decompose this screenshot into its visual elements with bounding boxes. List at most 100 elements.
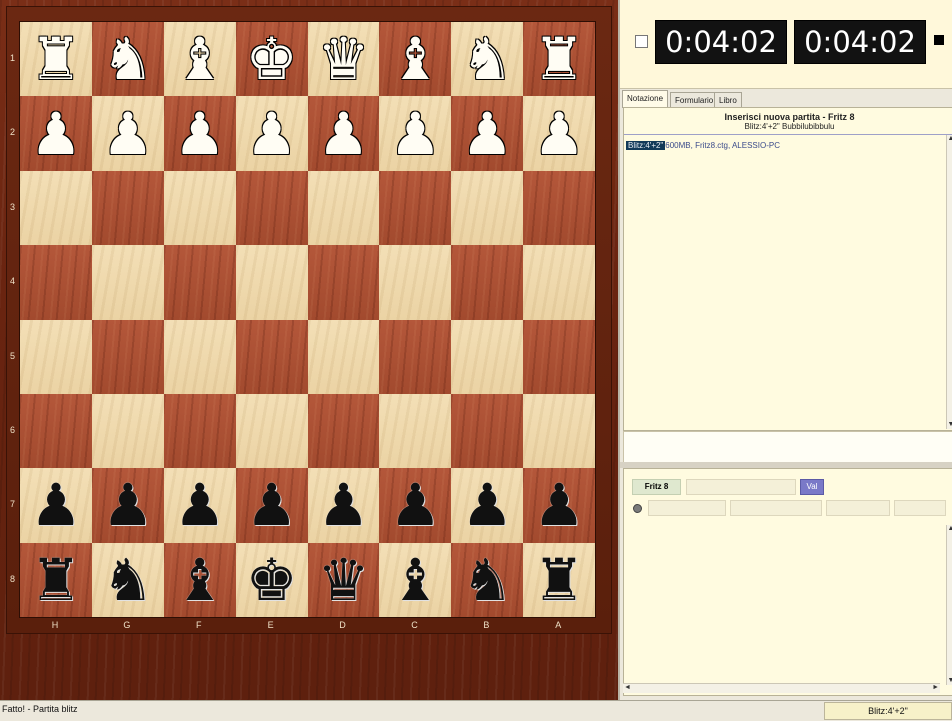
black-pawn-icon[interactable]: ♟ <box>461 476 513 534</box>
square-g4[interactable] <box>91 245 164 320</box>
square-b3[interactable] <box>451 170 524 246</box>
tab-formulario[interactable]: Formulario <box>670 92 719 108</box>
scroll-up-icon[interactable]: ▲ <box>947 135 952 143</box>
white-queen-icon[interactable]: ♛ <box>317 30 369 88</box>
white-rook-icon[interactable]: ♜ <box>30 30 82 88</box>
square-c6[interactable] <box>379 393 452 469</box>
square-c8[interactable]: ♝ <box>379 542 452 617</box>
notation-scrollbar[interactable]: ▲ ▼ <box>946 135 952 429</box>
white-pawn-icon[interactable]: ♟ <box>30 105 82 163</box>
square-g3[interactable] <box>91 170 164 246</box>
square-a6[interactable] <box>523 393 595 469</box>
square-a2[interactable]: ♟ <box>523 96 595 171</box>
black-pawn-icon[interactable]: ♟ <box>246 476 298 534</box>
square-g6[interactable] <box>91 393 164 469</box>
square-b7[interactable]: ♟ <box>451 468 524 543</box>
chess-board[interactable]: ♜ ♞ ♝ ♚ ♛ ♝ ♞ ♜ ♟ ♟ ♟ ♟ ♟ ♟ ♟ ♟ ♟ ♟ ♟ ♟ ♟ ♟ ♟ ♟ ♜ ♞ ♝ ♚ ♛ ♝ ♞ ♜ <box>19 21 596 618</box>
tab-notazione[interactable]: Notazione <box>622 90 669 108</box>
white-pawn-icon[interactable]: ♟ <box>246 105 298 163</box>
square-d7[interactable]: ♟ <box>307 468 380 543</box>
white-knight-icon[interactable]: ♞ <box>102 30 154 88</box>
square-d2[interactable]: ♟ <box>307 96 380 171</box>
notation-line[interactable]: Blitz:4'+2" 600MB, Fritz8.ctg, ALESSIO-PC <box>626 141 780 150</box>
white-pawn-icon[interactable]: ♟ <box>533 105 585 163</box>
square-a4[interactable] <box>523 245 595 320</box>
square-f5[interactable] <box>163 319 236 394</box>
square-h3[interactable] <box>20 170 92 246</box>
square-e8[interactable]: ♚ <box>235 542 308 617</box>
square-e2[interactable]: ♟ <box>235 96 308 171</box>
square-d5[interactable] <box>307 319 380 394</box>
square-c1[interactable]: ♝ <box>379 22 452 97</box>
black-bishop-icon[interactable]: ♝ <box>389 551 441 609</box>
square-f3[interactable] <box>163 170 236 246</box>
white-rook-icon[interactable]: ♜ <box>533 30 585 88</box>
square-h2[interactable]: ♟ <box>20 96 92 171</box>
square-e1[interactable]: ♚ <box>235 22 308 97</box>
white-pawn-icon[interactable]: ♟ <box>102 105 154 163</box>
black-pawn-icon[interactable]: ♟ <box>102 476 154 534</box>
square-a7[interactable]: ♟ <box>523 468 595 543</box>
square-h5[interactable] <box>20 319 92 394</box>
tab-libro[interactable]: Libro <box>714 92 742 108</box>
square-c5[interactable] <box>379 319 452 394</box>
square-d1[interactable]: ♛ <box>307 22 380 97</box>
notation-panel[interactable]: Inserisci nuova partita - Fritz 8 Blitz:… <box>623 107 952 431</box>
white-bishop-icon[interactable]: ♝ <box>174 30 226 88</box>
square-g8[interactable]: ♞ <box>91 542 164 617</box>
square-g2[interactable]: ♟ <box>91 96 164 171</box>
scroll-right-icon[interactable]: ► <box>932 684 939 692</box>
black-queen-icon[interactable]: ♛ <box>317 551 369 609</box>
square-d8[interactable]: ♛ <box>307 542 380 617</box>
black-knight-icon[interactable]: ♞ <box>461 551 513 609</box>
white-pawn-icon[interactable]: ♟ <box>174 105 226 163</box>
square-a5[interactable] <box>523 319 595 394</box>
square-e7[interactable]: ♟ <box>235 468 308 543</box>
scroll-up-icon[interactable]: ▲ <box>947 525 952 533</box>
white-bishop-icon[interactable]: ♝ <box>389 30 441 88</box>
square-c3[interactable] <box>379 170 452 246</box>
black-pawn-icon[interactable]: ♟ <box>174 476 226 534</box>
square-f7[interactable]: ♟ <box>163 468 236 543</box>
black-rook-icon[interactable]: ♜ <box>533 551 585 609</box>
square-d3[interactable] <box>307 170 380 246</box>
black-rook-icon[interactable]: ♜ <box>30 551 82 609</box>
white-pawn-icon[interactable]: ♟ <box>389 105 441 163</box>
square-b4[interactable] <box>451 245 524 320</box>
scroll-down-icon[interactable]: ▼ <box>947 421 952 429</box>
engine-eval-button[interactable]: Val <box>800 479 824 495</box>
square-f8[interactable]: ♝ <box>163 542 236 617</box>
square-b8[interactable]: ♞ <box>451 542 524 617</box>
black-knight-icon[interactable]: ♞ <box>102 551 154 609</box>
square-b2[interactable]: ♟ <box>451 96 524 171</box>
square-h4[interactable] <box>20 245 92 320</box>
notation-comment-box[interactable] <box>623 431 952 463</box>
square-a8[interactable]: ♜ <box>523 542 595 617</box>
square-h8[interactable]: ♜ <box>20 542 92 617</box>
square-h6[interactable] <box>20 393 92 469</box>
square-c2[interactable]: ♟ <box>379 96 452 171</box>
square-c7[interactable]: ♟ <box>379 468 452 543</box>
scroll-down-icon[interactable]: ▼ <box>947 677 952 685</box>
white-knight-icon[interactable]: ♞ <box>461 30 513 88</box>
square-f1[interactable]: ♝ <box>163 22 236 97</box>
white-pawn-icon[interactable]: ♟ <box>461 105 513 163</box>
square-h7[interactable]: ♟ <box>20 468 92 543</box>
scroll-left-icon[interactable]: ◄ <box>624 684 631 692</box>
engine-scrollbar[interactable]: ▲ ▼ <box>946 525 952 685</box>
square-b5[interactable] <box>451 319 524 394</box>
square-d4[interactable] <box>307 245 380 320</box>
black-pawn-icon[interactable]: ♟ <box>389 476 441 534</box>
black-pawn-icon[interactable]: ♟ <box>30 476 82 534</box>
white-pawn-icon[interactable]: ♟ <box>317 105 369 163</box>
square-e5[interactable] <box>235 319 308 394</box>
square-f4[interactable] <box>163 245 236 320</box>
square-d6[interactable] <box>307 393 380 469</box>
square-e6[interactable] <box>235 393 308 469</box>
square-b6[interactable] <box>451 393 524 469</box>
square-e4[interactable] <box>235 245 308 320</box>
square-a3[interactable] <box>523 170 595 246</box>
black-pawn-icon[interactable]: ♟ <box>317 476 369 534</box>
black-king-icon[interactable]: ♚ <box>246 551 298 609</box>
engine-hscrollbar[interactable]: ◄ ► <box>623 683 940 693</box>
